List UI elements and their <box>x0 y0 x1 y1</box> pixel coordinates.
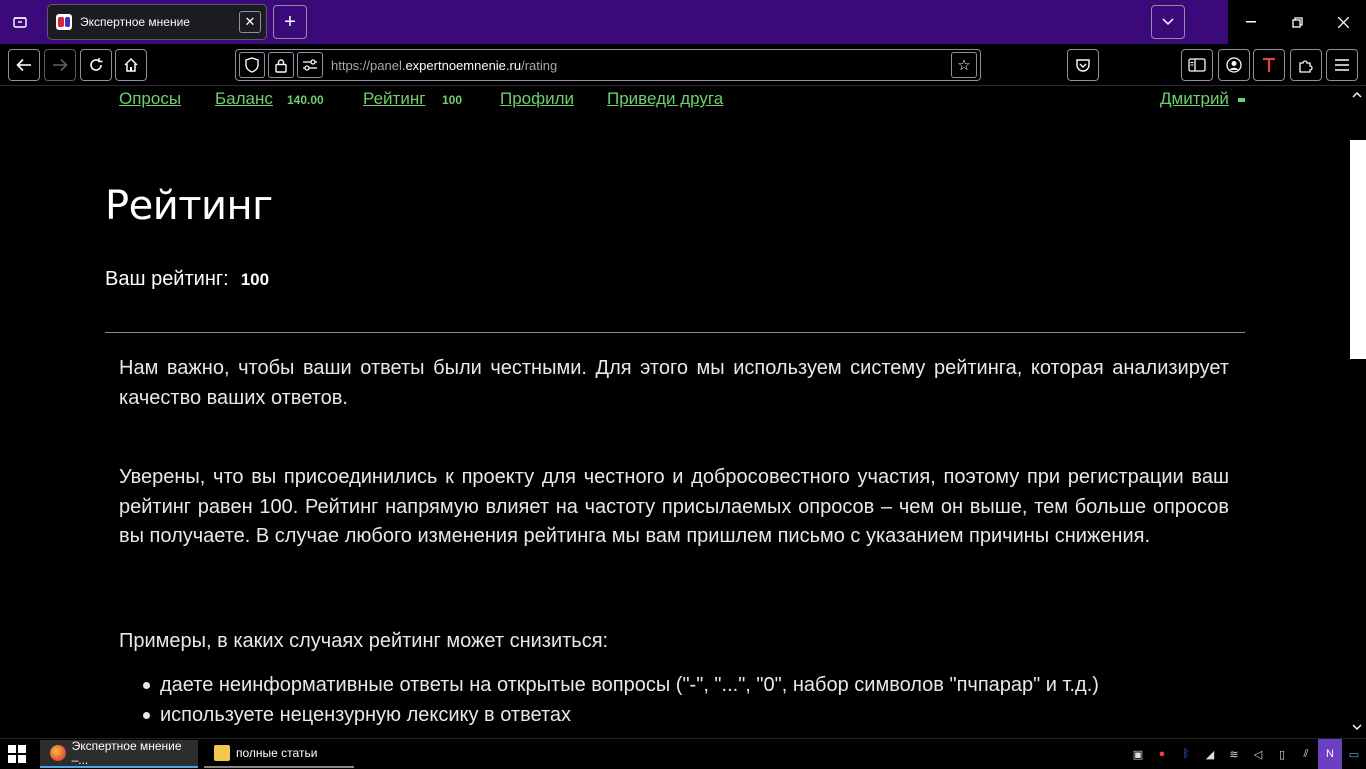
extension-t-icon[interactable] <box>1253 49 1285 81</box>
menu-hamburger-icon[interactable] <box>1326 49 1358 81</box>
windows-taskbar: Экспертное мнение –... полные статьи ▣ ●… <box>0 738 1366 769</box>
bookmark-star-icon[interactable]: ☆ <box>951 52 977 78</box>
balance-value: 140.00 <box>287 93 324 107</box>
scroll-up-chevron-icon[interactable] <box>1352 89 1362 101</box>
new-tab-button[interactable]: + <box>273 5 307 39</box>
tracking-protection-shield-icon[interactable] <box>239 52 265 78</box>
restore-icon[interactable] <box>1274 0 1320 44</box>
lock-icon[interactable] <box>268 52 294 78</box>
network-icon[interactable]: ◢ <box>1198 739 1222 769</box>
close-window-icon[interactable] <box>1320 0 1366 44</box>
page-title: Рейтинг <box>105 183 273 229</box>
account-icon[interactable] <box>1218 49 1250 81</box>
tab-close-icon[interactable]: ✕ <box>239 11 261 33</box>
tab-title: Экспертное мнение <box>80 15 190 29</box>
window-controls <box>1228 0 1366 44</box>
url-text[interactable]: https://panel.expertnoemnenie.ru/rating <box>331 58 951 73</box>
wifi-icon[interactable]: ≋ <box>1222 739 1246 769</box>
nav-rating-value: 100 <box>442 93 463 107</box>
tray-app-icon[interactable]: ▣ <box>1126 739 1150 769</box>
taskbar-item-firefox[interactable]: Экспертное мнение –... <box>40 739 198 768</box>
home-icon[interactable] <box>115 49 147 81</box>
rating-explanation-paragraph: Уверены, что вы присоединились к проекту… <box>119 466 1229 547</box>
usb-icon[interactable]: ▯ <box>1270 739 1294 769</box>
minimize-icon[interactable] <box>1228 0 1274 44</box>
navigation-toolbar: https://panel.expertnoemnenie.ru/rating … <box>0 44 1366 86</box>
nav-link-balance[interactable]: Баланс <box>215 89 273 109</box>
volume-icon[interactable]: ◁ <box>1246 739 1270 769</box>
sidebar-icon[interactable] <box>1181 49 1213 81</box>
address-bar[interactable]: https://panel.expertnoemnenie.ru/rating … <box>235 49 981 81</box>
tab-list-icon[interactable] <box>3 5 37 39</box>
site-navigation: Опросы Баланс 140.00 Рейтинг 100 Профили… <box>119 89 1245 113</box>
examples-heading: Примеры, в каких случаях рейтинг может с… <box>119 630 609 652</box>
divider <box>105 332 1245 333</box>
nav-link-rating[interactable]: Рейтинг <box>363 89 425 109</box>
list-item: даете неинформативные ответы на открытые… <box>140 670 1099 700</box>
folder-icon <box>214 745 230 761</box>
browser-tab-active[interactable]: Экспертное мнение ✕ <box>47 4 267 40</box>
list-item: используете нецензурную лексику в ответа… <box>140 700 1099 730</box>
pocket-icon[interactable] <box>1067 49 1099 81</box>
tray-antivirus-icon[interactable]: ● <box>1150 739 1174 769</box>
windows-start-icon[interactable] <box>8 745 26 763</box>
back-arrow-icon[interactable] <box>8 49 40 81</box>
examples-list: даете неинформативные ответы на открытые… <box>140 670 1099 730</box>
intro-paragraph: Нам важно, чтобы ваши ответы были честны… <box>119 357 1229 409</box>
forward-arrow-icon[interactable] <box>44 49 76 81</box>
extensions-puzzle-icon[interactable] <box>1290 49 1322 81</box>
reload-icon[interactable] <box>80 49 112 81</box>
user-menu-indicator-icon <box>1238 98 1245 102</box>
notifications-icon[interactable]: ▭ <box>1342 739 1366 769</box>
tray-app-icon[interactable]: ⫽ <box>1294 739 1318 769</box>
tray-app-icon[interactable]: N <box>1318 739 1342 769</box>
firefox-icon <box>50 745 66 761</box>
user-rating: Ваш рейтинг: 100 <box>105 268 269 291</box>
system-tray: ▣ ● ᛒ ◢ ≋ ◁ ▯ ⫽ N ▭ <box>1126 739 1366 769</box>
rating-value: 100 <box>240 270 270 289</box>
nav-link-surveys[interactable]: Опросы <box>119 89 181 109</box>
tab-bar: Экспертное мнение ✕ + <box>0 0 1366 44</box>
scroll-down-chevron-icon[interactable] <box>1352 721 1362 733</box>
rating-label: Ваш рейтинг: <box>105 268 229 290</box>
nav-link-profiles[interactable]: Профили <box>500 89 574 109</box>
taskbar-item-folder[interactable]: полные статьи <box>204 740 354 768</box>
site-favicon-icon <box>56 14 72 30</box>
nav-user-menu[interactable]: Дмитрий <box>1160 89 1229 109</box>
bluetooth-icon[interactable]: ᛒ <box>1174 739 1198 769</box>
permissions-icon[interactable] <box>297 52 323 78</box>
page-content: Опросы Баланс 140.00 Рейтинг 100 Профили… <box>0 87 1366 738</box>
nav-link-invite-friend[interactable]: Приведи друга <box>607 89 723 109</box>
scrollbar-thumb[interactable] <box>1350 140 1366 359</box>
list-all-tabs-chevron-icon[interactable] <box>1151 5 1185 39</box>
